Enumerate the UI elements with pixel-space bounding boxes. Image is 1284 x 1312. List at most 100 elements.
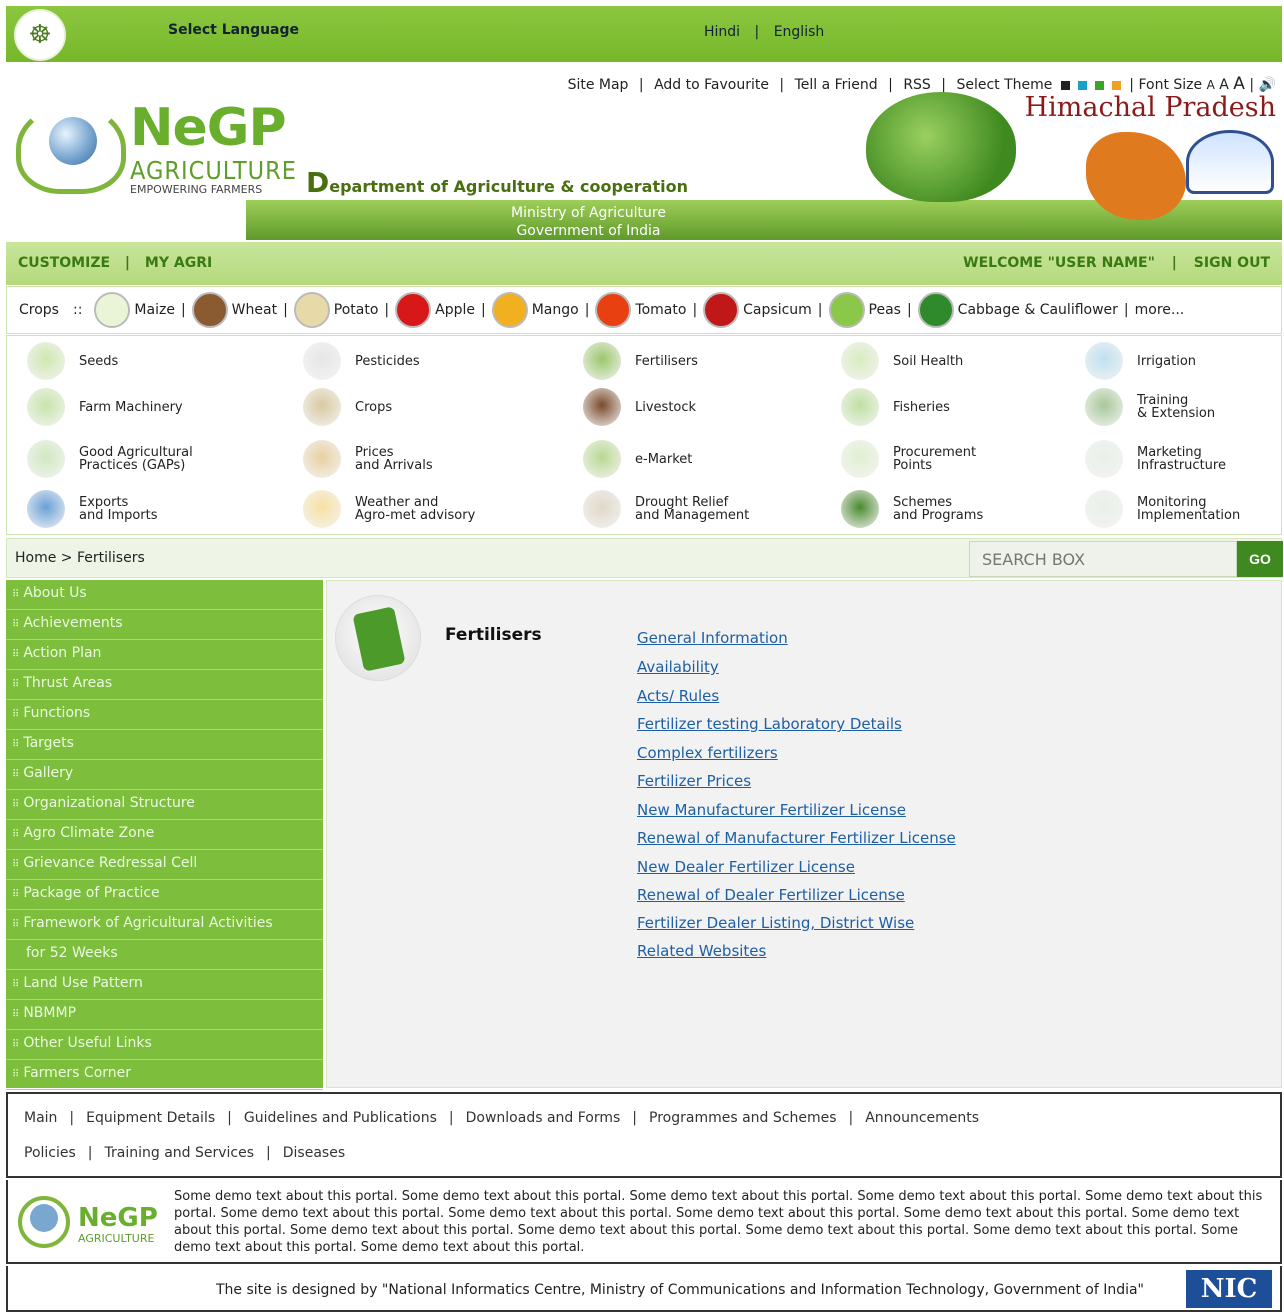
tell-friend-link[interactable]: Tell a Friend (795, 77, 878, 93)
fertiliser-link[interactable]: Related Websites (637, 942, 766, 960)
sidebar-item[interactable]: ⠿ NBMMP (6, 1000, 323, 1030)
category-irrigation[interactable]: Irrigation (1085, 342, 1196, 380)
theme-swatch-blue[interactable] (1077, 80, 1087, 90)
fertiliser-link[interactable]: Renewal of Manufacturer Fertilizer Licen… (637, 829, 956, 847)
category-soil-health[interactable]: Soil Health (841, 342, 963, 380)
crop-apple[interactable]: Apple (435, 302, 475, 318)
footer-link[interactable]: Diseases (283, 1145, 345, 1161)
search-input[interactable] (969, 541, 1237, 577)
sidebar-item[interactable]: ⠿ Action Plan (6, 640, 323, 670)
speaker-icon[interactable]: 🔊 (1259, 77, 1276, 93)
category-monitoring-implementation[interactable]: Monitoring Implementation (1085, 490, 1240, 528)
fertiliser-link[interactable]: Fertilizer Prices (637, 772, 751, 790)
footer-links-row-2: Policies | Training and Services | Diseases (24, 1145, 345, 1161)
category-livestock[interactable]: Livestock (583, 388, 696, 426)
crop-mango[interactable]: Mango (532, 302, 579, 318)
font-large-button[interactable]: A (1233, 74, 1245, 94)
theme-swatch-orange[interactable] (1111, 80, 1121, 90)
crop-peas[interactable]: Peas (869, 302, 901, 318)
category-schemes-programs[interactable]: Schemes and Programs (841, 490, 983, 528)
category-crops[interactable]: Crops (303, 388, 392, 426)
category-exports-imports[interactable]: Exports and Imports (27, 490, 158, 528)
my-agri-link[interactable]: MY AGRI (145, 255, 212, 271)
category-weather-advisory[interactable]: Weather and Agro-met advisory (303, 490, 475, 528)
site-map-link[interactable]: Site Map (568, 77, 629, 93)
theme-swatch-black[interactable] (1060, 80, 1070, 90)
fertiliser-link[interactable]: Fertilizer Dealer Listing, District Wise (637, 914, 914, 932)
fertiliser-link[interactable]: General Information (637, 629, 788, 647)
footer-link[interactable]: Downloads and Forms (466, 1110, 621, 1126)
sign-out-link[interactable]: SIGN OUT (1194, 255, 1270, 271)
sidebar-item[interactable]: ⠿ Farmers Corner (6, 1060, 323, 1090)
nic-logo[interactable]: NIC (1186, 1270, 1272, 1308)
footer-link[interactable]: Main (24, 1110, 57, 1126)
breadcrumb-home[interactable]: Home (15, 550, 56, 566)
potato-icon[interactable] (293, 292, 330, 328)
sidebar-item[interactable]: for 52 Weeks (6, 940, 323, 970)
category-e-market[interactable]: e-Market (583, 440, 692, 478)
customize-link[interactable]: CUSTOMIZE (18, 255, 110, 271)
category-fertilisers[interactable]: Fertilisers (583, 342, 698, 380)
footer-link[interactable]: Programmes and Schemes (649, 1110, 836, 1126)
wheat-icon[interactable] (191, 292, 228, 328)
fertiliser-link[interactable]: Availability (637, 658, 719, 676)
crop-maize[interactable]: Maize (134, 302, 175, 318)
cabbage-icon[interactable] (917, 292, 954, 328)
tomato-icon[interactable] (595, 292, 632, 328)
footer-link[interactable]: Announcements (865, 1110, 979, 1126)
category-prices-arrivals[interactable]: Prices and Arrivals (303, 440, 433, 478)
sidebar-item[interactable]: ⠿ Grievance Redressal Cell (6, 850, 323, 880)
fertiliser-link[interactable]: Complex fertilizers (637, 744, 778, 762)
sidebar-item[interactable]: ⠿ Achievements (6, 610, 323, 640)
footer-link[interactable]: Equipment Details (86, 1110, 215, 1126)
sidebar-item[interactable]: ⠿ Agro Climate Zone (6, 820, 323, 850)
fertiliser-link[interactable]: Fertilizer testing Laboratory Details (637, 715, 902, 733)
font-medium-button[interactable]: A (1219, 77, 1229, 93)
sidebar-item[interactable]: ⠿ Gallery (6, 760, 323, 790)
sidebar-item[interactable]: ⠿ Functions (6, 700, 323, 730)
category-pesticides[interactable]: Pesticides (303, 342, 420, 380)
maize-icon[interactable] (94, 292, 131, 328)
theme-swatch-green[interactable] (1094, 80, 1104, 90)
category-marketing-infrastructure[interactable]: Marketing Infrastructure (1085, 440, 1226, 478)
hindi-link[interactable]: Hindi (704, 24, 740, 40)
fertiliser-link[interactable]: New Manufacturer Fertilizer License (637, 801, 906, 819)
sidebar-item[interactable]: ⠿ Package of Practice (6, 880, 323, 910)
sidebar-item[interactable]: ⠿ Framework of Agricultural Activities (6, 910, 323, 940)
crop-potato[interactable]: Potato (334, 302, 379, 318)
sidebar-item[interactable]: ⠿ Organizational Structure (6, 790, 323, 820)
category-seeds[interactable]: Seeds (27, 342, 118, 380)
crop-cabbage[interactable]: Cabbage & Cauliflower (958, 302, 1118, 318)
capsicum-icon[interactable] (703, 292, 740, 328)
category-training-extension[interactable]: Training & Extension (1085, 388, 1215, 426)
sidebar-item[interactable]: ⠿ Other Useful Links (6, 1030, 323, 1060)
sidebar-item[interactable]: ⠿ Thrust Areas (6, 670, 323, 700)
footer-link[interactable]: Policies (24, 1145, 76, 1161)
font-small-button[interactable]: A (1207, 78, 1215, 92)
english-link[interactable]: English (774, 24, 825, 40)
crop-tomato[interactable]: Tomato (635, 302, 686, 318)
fertiliser-link[interactable]: New Dealer Fertilizer License (637, 858, 855, 876)
sidebar-item[interactable]: ⠿ Land Use Pattern (6, 970, 323, 1000)
search-go-button[interactable]: GO (1237, 541, 1283, 577)
footer-link[interactable]: Guidelines and Publications (244, 1110, 437, 1126)
crop-capsicum[interactable]: Capsicum (743, 302, 812, 318)
rss-link[interactable]: RSS (903, 77, 931, 93)
category-procurement-points[interactable]: Procurement Points (841, 440, 976, 478)
exports-imports-icon (27, 490, 65, 528)
crop-wheat[interactable]: Wheat (232, 302, 277, 318)
footer-link[interactable]: Training and Services (105, 1145, 255, 1161)
category-fisheries[interactable]: Fisheries (841, 388, 950, 426)
sidebar-item[interactable]: ⠿ About Us (6, 580, 323, 610)
category-drought-relief[interactable]: Drought Relief and Management (583, 490, 749, 528)
apple-icon[interactable] (395, 292, 432, 328)
sidebar-item[interactable]: ⠿ Targets (6, 730, 323, 760)
add-favourite-link[interactable]: Add to Favourite (654, 77, 769, 93)
fertiliser-link[interactable]: Acts/ Rules (637, 687, 719, 705)
category-farm-machinery[interactable]: Farm Machinery (27, 388, 183, 426)
category-good-agricultural-practices[interactable]: Good Agricultural Practices (GAPs) (27, 440, 193, 478)
peas-icon[interactable] (828, 292, 865, 328)
more-crops-link[interactable]: more... (1135, 302, 1185, 318)
fertiliser-link[interactable]: Renewal of Dealer Fertilizer License (637, 886, 905, 904)
mango-icon[interactable] (491, 292, 528, 328)
